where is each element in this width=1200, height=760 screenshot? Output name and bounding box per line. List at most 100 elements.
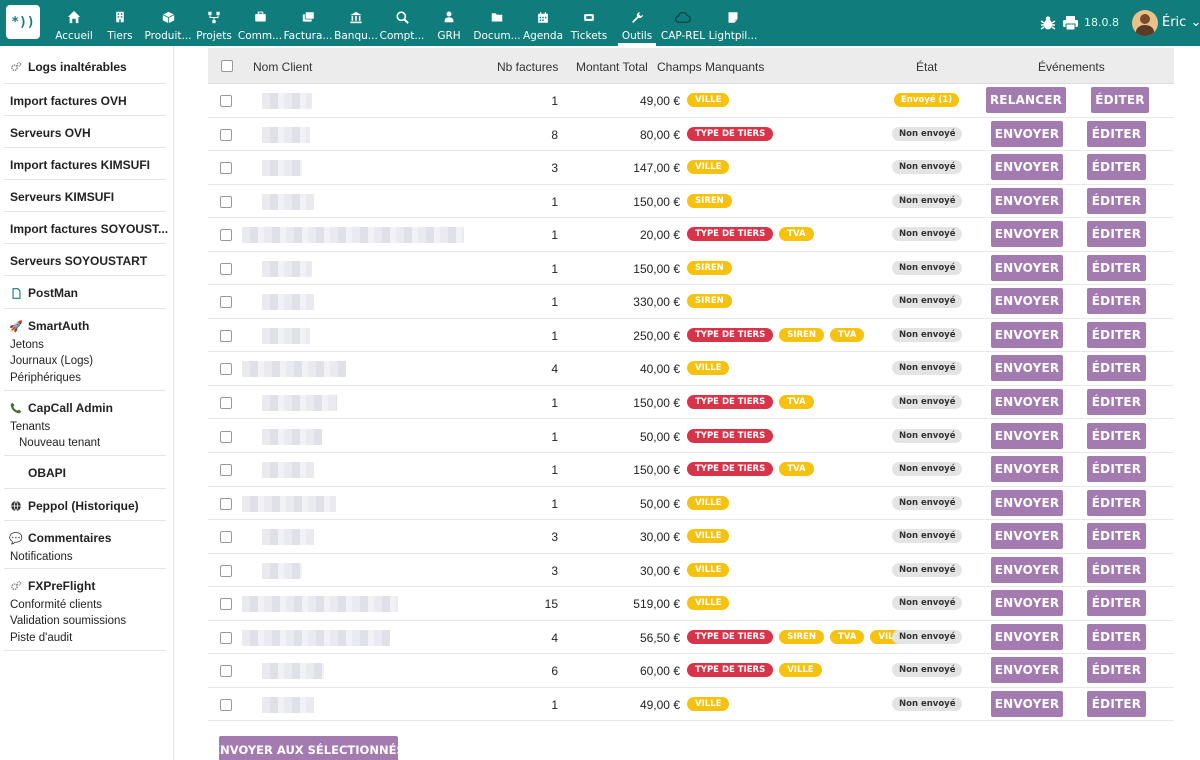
- sidebar-item-serveurs-soyoustart[interactable]: Serveurs SOYOUSTART: [10, 254, 147, 268]
- sidebar-sub-tenants[interactable]: Tenants: [10, 421, 50, 433]
- bug-icon[interactable]: [1040, 15, 1056, 31]
- edit-button[interactable]: ÉDITER: [1087, 388, 1146, 415]
- menu-item-agenda[interactable]: Agenda: [520, 0, 566, 46]
- send-selected-button[interactable]: ENVOYER AUX SÉLECTIONNÉS: [212, 736, 405, 760]
- edit-button[interactable]: ÉDITER: [1087, 154, 1146, 181]
- send-button[interactable]: ENVOYER: [991, 288, 1063, 315]
- edit-button[interactable]: ÉDITER: [1087, 355, 1146, 382]
- row-checkbox[interactable]: [220, 162, 232, 175]
- header-montant-total[interactable]: Montant Total: [576, 60, 648, 74]
- row-checkbox[interactable]: [220, 531, 232, 544]
- menu-item-tickets[interactable]: Tickets: [566, 0, 612, 46]
- row-checkbox[interactable]: [220, 296, 232, 309]
- sidebar-item-import-factures-kimsufi[interactable]: Import factures KIMSUFI: [10, 158, 150, 172]
- send-button[interactable]: ENVOYER: [991, 590, 1063, 617]
- row-checkbox[interactable]: [220, 396, 232, 409]
- send-button[interactable]: ENVOYER: [991, 489, 1063, 516]
- send-button[interactable]: ENVOYER: [991, 422, 1063, 449]
- sidebar-item-obapi[interactable]: OBAPI: [10, 466, 66, 480]
- send-button[interactable]: ENVOYER: [991, 657, 1063, 684]
- row-checkbox[interactable]: [220, 598, 232, 611]
- send-button[interactable]: ENVOYER: [991, 456, 1063, 483]
- header-etat[interactable]: État: [916, 60, 937, 74]
- sidebar-item-logs-inalt-rables[interactable]: Logs inaltérables: [10, 60, 127, 74]
- edit-button[interactable]: ÉDITER: [1087, 120, 1146, 147]
- sidebar-item-commentaires[interactable]: 💬 Commentaires: [9, 531, 111, 545]
- header-evenements[interactable]: Événements: [1038, 60, 1105, 74]
- menu-item-projets[interactable]: Projets: [191, 0, 237, 46]
- row-checkbox[interactable]: [220, 95, 232, 107]
- menu-item-factura[interactable]: Factura...: [284, 0, 332, 46]
- row-checkbox[interactable]: [220, 464, 232, 477]
- menu-item-banqu[interactable]: Banqu...: [333, 0, 379, 46]
- send-button[interactable]: ENVOYER: [991, 154, 1063, 181]
- header-client[interactable]: Nom Client: [253, 60, 312, 74]
- sidebar-sub-conformit-clients[interactable]: Conformité clients: [10, 599, 102, 611]
- menu-item-grh[interactable]: GRH: [426, 0, 472, 46]
- sidebar-sub-nouveau-tenant[interactable]: Nouveau tenant: [19, 437, 100, 449]
- send-button[interactable]: ENVOYER: [991, 221, 1063, 248]
- edit-button[interactable]: ÉDITER: [1087, 288, 1146, 315]
- edit-button[interactable]: ÉDITER: [1087, 657, 1146, 684]
- sidebar-item-peppol-historique[interactable]: Peppol (Historique): [10, 499, 139, 513]
- select-all-checkbox[interactable]: [221, 60, 233, 72]
- send-button[interactable]: ENVOYER: [991, 523, 1063, 550]
- send-button[interactable]: ENVOYER: [991, 355, 1063, 382]
- row-checkbox[interactable]: [220, 497, 232, 510]
- menu-item-outils[interactable]: Outils: [614, 0, 660, 46]
- send-button[interactable]: ENVOYER: [991, 623, 1063, 650]
- sidebar-sub-jetons[interactable]: Jetons: [10, 339, 44, 351]
- edit-button[interactable]: ÉDITER: [1087, 523, 1146, 550]
- sidebar-item-import-factures-ovh[interactable]: Import factures OVH: [10, 94, 127, 108]
- sidebar-sub-p-riph-riques[interactable]: Périphériques: [10, 372, 81, 384]
- sidebar-sub-notifications[interactable]: Notifications: [10, 551, 73, 563]
- app-logo[interactable]: *)): [6, 5, 40, 39]
- row-checkbox[interactable]: [220, 363, 232, 376]
- sidebar-item-capcall-admin[interactable]: CapCall Admin: [10, 401, 113, 415]
- row-checkbox[interactable]: [220, 564, 232, 577]
- menu-item-produit[interactable]: Produit...: [144, 0, 192, 46]
- row-checkbox[interactable]: [220, 430, 232, 443]
- send-button[interactable]: ENVOYER: [991, 254, 1063, 281]
- edit-button[interactable]: ÉDITER: [1087, 187, 1146, 214]
- menu-item-comm[interactable]: Comm...: [237, 0, 283, 46]
- menu-item-cap-rel[interactable]: CAP-REL: [660, 0, 706, 46]
- send-button[interactable]: ENVOYER: [991, 388, 1063, 415]
- menu-item-tiers[interactable]: Tiers: [97, 0, 143, 46]
- sidebar-item-import-factures-soyoust[interactable]: Import factures SOYOUST...: [10, 222, 168, 236]
- sidebar-item-serveurs-kimsufi[interactable]: Serveurs KIMSUFI: [10, 190, 114, 204]
- edit-button[interactable]: ÉDITER: [1087, 254, 1146, 281]
- sidebar-item-serveurs-ovh[interactable]: Serveurs OVH: [10, 126, 91, 140]
- edit-button[interactable]: ÉDITER: [1087, 489, 1146, 516]
- row-checkbox[interactable]: [220, 698, 232, 711]
- send-button[interactable]: ENVOYER: [991, 321, 1063, 348]
- send-button[interactable]: ENVOYER: [991, 556, 1063, 583]
- row-checkbox[interactable]: [220, 262, 232, 275]
- menu-item-compt[interactable]: Compt...: [379, 0, 425, 46]
- sidebar-sub-journaux-logs[interactable]: Journaux (Logs): [10, 355, 93, 367]
- row-checkbox[interactable]: [220, 665, 232, 678]
- sidebar-item-postman[interactable]: PostMan: [10, 286, 78, 300]
- sidebar-sub-validation-soumissions[interactable]: Validation soumissions: [10, 615, 126, 627]
- send-button[interactable]: ENVOYER: [991, 120, 1063, 147]
- row-checkbox[interactable]: [220, 329, 232, 342]
- menu-item-docum[interactable]: Docum...: [473, 0, 521, 46]
- sidebar-item-smartauth[interactable]: 🚀 SmartAuth: [9, 319, 89, 333]
- send-button[interactable]: ENVOYER: [991, 187, 1063, 214]
- menu-item-accueil[interactable]: Accueil: [51, 0, 97, 46]
- send-button[interactable]: ENVOYER: [991, 690, 1063, 717]
- edit-button[interactable]: ÉDITER: [1087, 690, 1146, 717]
- row-checkbox[interactable]: [220, 128, 232, 141]
- user-menu[interactable]: Éric ⌄: [1162, 15, 1200, 30]
- header-nb-factures[interactable]: Nb factures: [497, 60, 558, 74]
- sidebar-sub-piste-d-audit[interactable]: Piste d'audit: [10, 632, 72, 644]
- row-checkbox[interactable]: [220, 631, 232, 644]
- edit-button[interactable]: ÉDITER: [1087, 556, 1146, 583]
- edit-button[interactable]: ÉDITER: [1087, 422, 1146, 449]
- printer-icon[interactable]: [1062, 15, 1079, 31]
- edit-button[interactable]: ÉDITER: [1087, 456, 1146, 483]
- menu-item-lightpil[interactable]: Lightpil...: [709, 0, 757, 46]
- edit-button[interactable]: ÉDITER: [1091, 87, 1149, 113]
- edit-button[interactable]: ÉDITER: [1087, 221, 1146, 248]
- sidebar-item-fxpreflight[interactable]: FXPreFlight: [10, 579, 95, 593]
